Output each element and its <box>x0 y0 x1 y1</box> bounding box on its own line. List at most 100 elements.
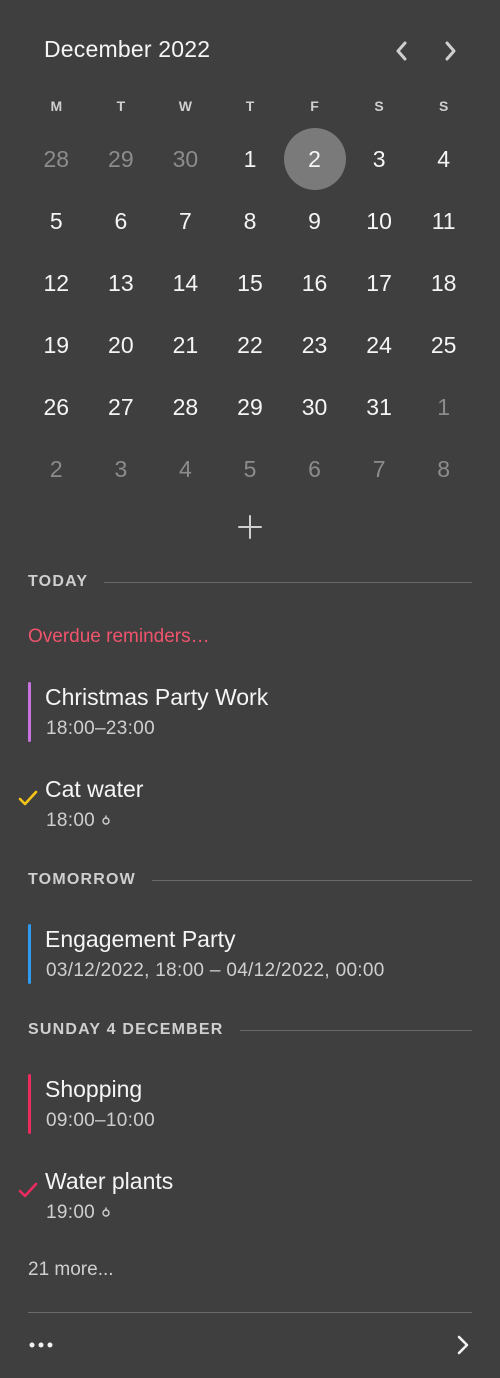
day-cell[interactable]: 21 <box>153 314 218 376</box>
day-cell[interactable]: 2 <box>24 438 89 500</box>
plus-icon <box>238 515 262 539</box>
day-grid: 28 29 30 1 2 3 4 5 6 7 8 9 10 11 12 13 14 15 16 17 18 19 20 21 2… <box>24 128 476 500</box>
day-cell[interactable]: 13 <box>89 252 154 314</box>
open-calendar-button[interactable] <box>452 1334 474 1356</box>
day-cell[interactable]: 6 <box>282 438 347 500</box>
day-number: 4 <box>179 455 192 482</box>
day-number: 30 <box>301 393 328 420</box>
day-cell[interactable]: 19 <box>24 314 89 376</box>
day-cell[interactable]: 27 <box>89 376 154 438</box>
day-number: 21 <box>172 331 199 358</box>
day-cell[interactable]: 11 <box>411 190 476 252</box>
day-number: 17 <box>366 269 392 296</box>
day-cell[interactable]: 3 <box>89 438 154 500</box>
day-cell[interactable]: 6 <box>89 190 154 252</box>
day-cell[interactable]: 7 <box>153 190 218 252</box>
options-button[interactable] <box>28 1336 58 1354</box>
day-number: 3 <box>114 455 128 482</box>
day-cell[interactable]: 31 <box>347 376 412 438</box>
day-cell[interactable]: 9 <box>282 190 347 252</box>
day-cell[interactable]: 1 <box>218 128 283 190</box>
day-cell[interactable]: 30 <box>282 376 347 438</box>
day-cell[interactable]: 8 <box>218 190 283 252</box>
day-number: 19 <box>43 331 70 358</box>
alarm-icon <box>102 1207 110 1217</box>
chevron-right-icon <box>445 41 456 61</box>
day-cell[interactable]: 16 <box>282 252 347 314</box>
day-number: 1 <box>437 393 451 420</box>
day-cell[interactable]: 17 <box>347 252 412 314</box>
day-cell[interactable]: 3 <box>347 128 412 190</box>
day-cell[interactable]: 20 <box>89 314 154 376</box>
day-cell[interactable]: 12 <box>24 252 89 314</box>
day-cell[interactable]: 8 <box>411 438 476 500</box>
reminder-cat-water[interactable]: Cat water 18:00 <box>18 774 472 836</box>
day-cell[interactable]: 5 <box>218 438 283 500</box>
day-number: 20 <box>108 331 134 358</box>
day-cell[interactable]: 29 <box>89 128 154 190</box>
day-cell[interactable]: 7 <box>347 438 412 500</box>
day-cell[interactable]: 29 <box>218 376 283 438</box>
day-number: 5 <box>243 455 257 482</box>
chevron-left-icon <box>396 41 407 61</box>
event-title: Christmas Party Work <box>45 684 269 710</box>
section-title: TOMORROW <box>28 871 136 888</box>
event-time: 03/12/2022, 18:00 – 04/12/2022, 00:00 <box>46 960 385 981</box>
day-number: 24 <box>366 331 392 358</box>
checkmark-icon[interactable] <box>18 1180 38 1200</box>
day-cell[interactable]: 26 <box>24 376 89 438</box>
weekday-label: M <box>50 98 63 114</box>
day-cell[interactable]: 4 <box>411 128 476 190</box>
day-cell[interactable]: 23 <box>282 314 347 376</box>
more-events-link[interactable]: 21 more... <box>28 1259 114 1281</box>
day-number: 22 <box>237 331 263 358</box>
weekday-label: F <box>310 98 319 114</box>
day-number: 23 <box>301 331 328 358</box>
day-number: 4 <box>437 145 451 172</box>
day-cell[interactable]: 30 <box>153 128 218 190</box>
day-number: 2 <box>308 145 321 172</box>
day-cell[interactable]: 15 <box>218 252 283 314</box>
event-engagement-party[interactable]: Engagement Party 03/12/2022, 18:00 – 04/… <box>28 924 472 986</box>
day-cell[interactable]: 18 <box>411 252 476 314</box>
day-number: 29 <box>237 393 263 420</box>
day-number: 2 <box>49 455 63 482</box>
event-shopping[interactable]: Shopping 09:00–10:00 <box>28 1074 472 1136</box>
day-cell[interactable]: 28 <box>24 128 89 190</box>
reminder-water-plants[interactable]: Water plants 19:00 <box>18 1166 472 1228</box>
event-color-bar <box>28 682 31 742</box>
day-cell[interactable]: 10 <box>347 190 412 252</box>
day-cell[interactable]: 4 <box>153 438 218 500</box>
day-cell[interactable]: 22 <box>218 314 283 376</box>
next-month-button[interactable] <box>437 38 463 64</box>
section-divider <box>104 581 472 583</box>
day-cell[interactable]: 25 <box>411 314 476 376</box>
add-event-button[interactable] <box>236 513 264 541</box>
day-cell[interactable]: 1 <box>411 376 476 438</box>
day-cell[interactable]: 5 <box>24 190 89 252</box>
reminder-time: 18:00 <box>46 810 111 832</box>
day-cell[interactable]: 28 <box>153 376 218 438</box>
calendar-header: December 2022 <box>44 36 464 68</box>
event-title: Shopping <box>45 1076 143 1102</box>
footer-divider <box>28 1312 472 1313</box>
reminder-time-text: 19:00 <box>46 1202 96 1223</box>
chevron-right-icon <box>457 1335 469 1355</box>
event-time: 09:00–10:00 <box>46 1110 155 1131</box>
reminder-title: Cat water <box>45 776 144 802</box>
day-number: 7 <box>179 207 192 234</box>
checkmark-icon[interactable] <box>18 788 38 808</box>
section-title: SUNDAY 4 DECEMBER <box>28 1021 224 1038</box>
prev-month-button[interactable] <box>389 38 415 64</box>
overdue-reminders-link[interactable]: Overdue reminders… <box>28 626 210 648</box>
day-number: 14 <box>172 269 199 296</box>
day-cell-selected[interactable]: 2 <box>282 128 347 190</box>
day-number: 6 <box>308 455 321 482</box>
event-color-bar <box>28 924 31 984</box>
section-divider <box>151 879 472 881</box>
weekday-label: S <box>438 98 449 114</box>
day-cell[interactable]: 14 <box>153 252 218 314</box>
day-number: 7 <box>372 455 386 482</box>
event-christmas-party-work[interactable]: Christmas Party Work 18:00–23:00 <box>28 682 472 744</box>
day-cell[interactable]: 24 <box>347 314 412 376</box>
